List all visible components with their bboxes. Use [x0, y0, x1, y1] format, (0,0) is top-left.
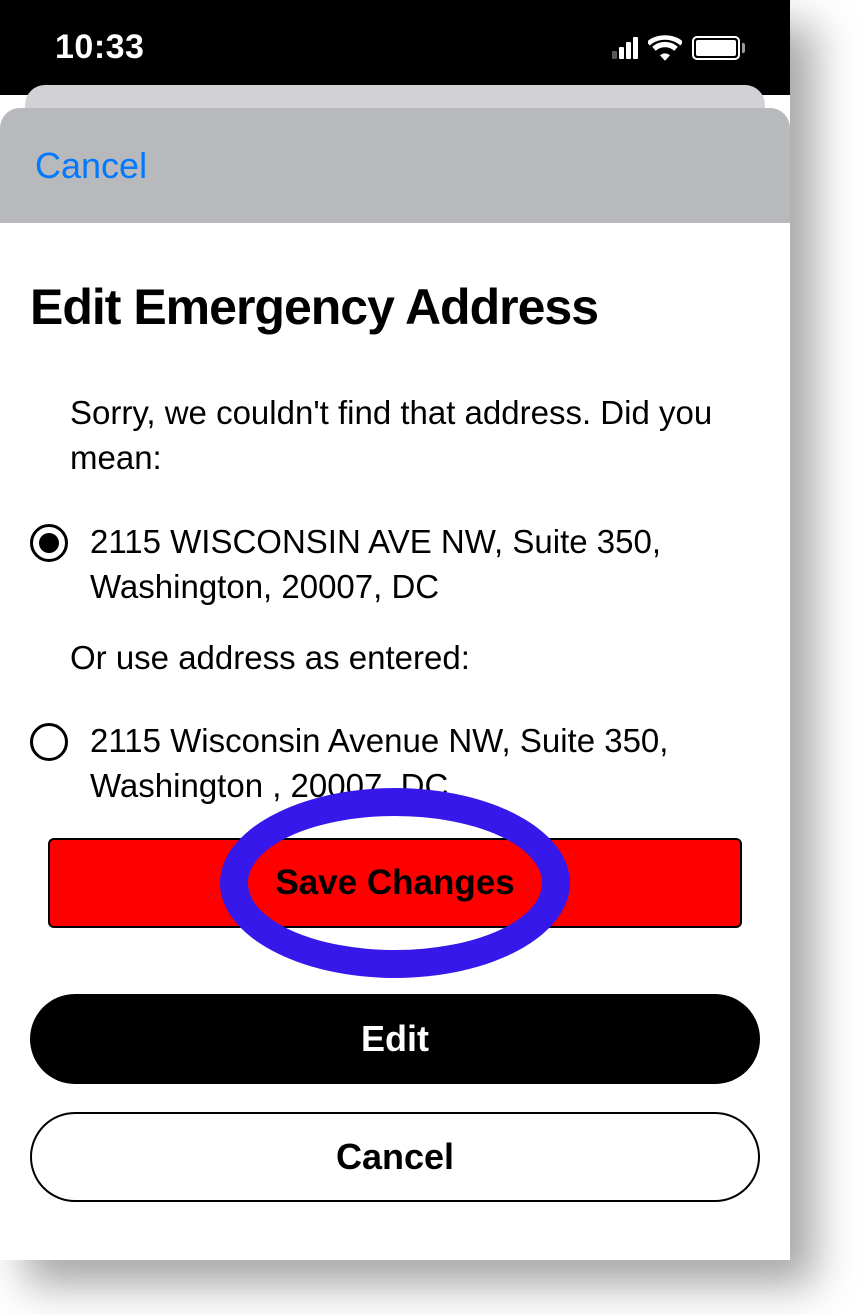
save-button-label: Save Changes: [275, 863, 514, 903]
modal-header: Cancel: [0, 108, 790, 223]
save-changes-button[interactable]: Save Changes: [48, 838, 742, 928]
modal-cancel-link[interactable]: Cancel: [35, 145, 147, 187]
suggested-address-option[interactable]: 2115 WISCONSIN AVE NW, Suite 350, Washin…: [30, 520, 760, 609]
wifi-icon: [648, 35, 682, 61]
divider-text: Or use address as entered:: [70, 639, 760, 677]
bottom-button-group: Edit Cancel: [30, 994, 760, 1230]
page-title: Edit Emergency Address: [30, 278, 760, 336]
battery-icon: [692, 36, 745, 60]
radio-selected-icon: [30, 524, 68, 562]
entered-address-option[interactable]: 2115 Wisconsin Avenue NW, Suite 350, Was…: [30, 719, 760, 808]
status-time: 10:33: [55, 28, 144, 67]
edit-button-label: Edit: [361, 1018, 429, 1060]
content-area: Edit Emergency Address Sorry, we couldn'…: [0, 223, 790, 928]
device-frame: 10:33 Cancel: [0, 0, 790, 1260]
cancel-button[interactable]: Cancel: [30, 1112, 760, 1202]
suggested-address-label: 2115 WISCONSIN AVE NW, Suite 350, Washin…: [90, 520, 760, 609]
status-bar: 10:33: [0, 0, 790, 95]
prompt-text: Sorry, we couldn't find that address. Di…: [70, 391, 760, 480]
entered-address-label: 2115 Wisconsin Avenue NW, Suite 350, Was…: [90, 719, 760, 808]
edit-button[interactable]: Edit: [30, 994, 760, 1084]
status-icons: [612, 35, 745, 61]
cellular-signal-icon: [612, 37, 638, 59]
radio-unselected-icon: [30, 723, 68, 761]
save-button-container: Save Changes: [48, 838, 742, 928]
cancel-button-label: Cancel: [336, 1136, 454, 1178]
modal-sheet: Cancel Edit Emergency Address Sorry, we …: [0, 108, 790, 1260]
